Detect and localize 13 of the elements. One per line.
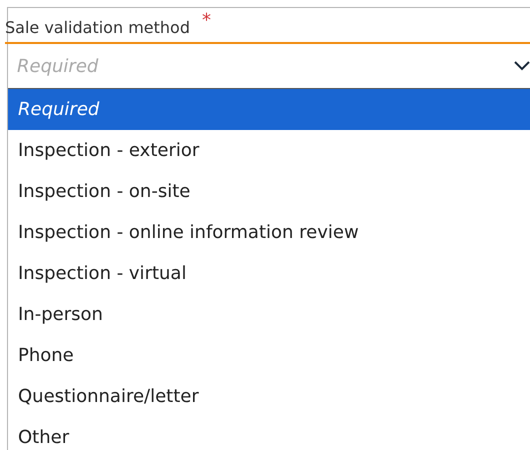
chevron-down-icon[interactable]: [514, 61, 530, 71]
dropdown-option[interactable]: Required: [8, 89, 530, 130]
dropdown-option[interactable]: Inspection - virtual: [8, 253, 530, 294]
dropdown-option[interactable]: Questionnaire/letter: [8, 376, 530, 417]
dropdown-option[interactable]: Other: [8, 417, 530, 450]
field-label: Sale validation method: [5, 18, 190, 39]
dropdown-option[interactable]: Inspection - exterior: [8, 130, 530, 171]
dropdown-option[interactable]: In-person: [8, 294, 530, 335]
required-mark: *: [202, 10, 211, 31]
select-field[interactable]: Required: [8, 54, 514, 78]
dropdown-option[interactable]: Inspection - on-site: [8, 171, 530, 212]
dropdown-option[interactable]: Phone: [8, 335, 530, 376]
dropdown-option[interactable]: Inspection - online information review: [8, 212, 530, 253]
